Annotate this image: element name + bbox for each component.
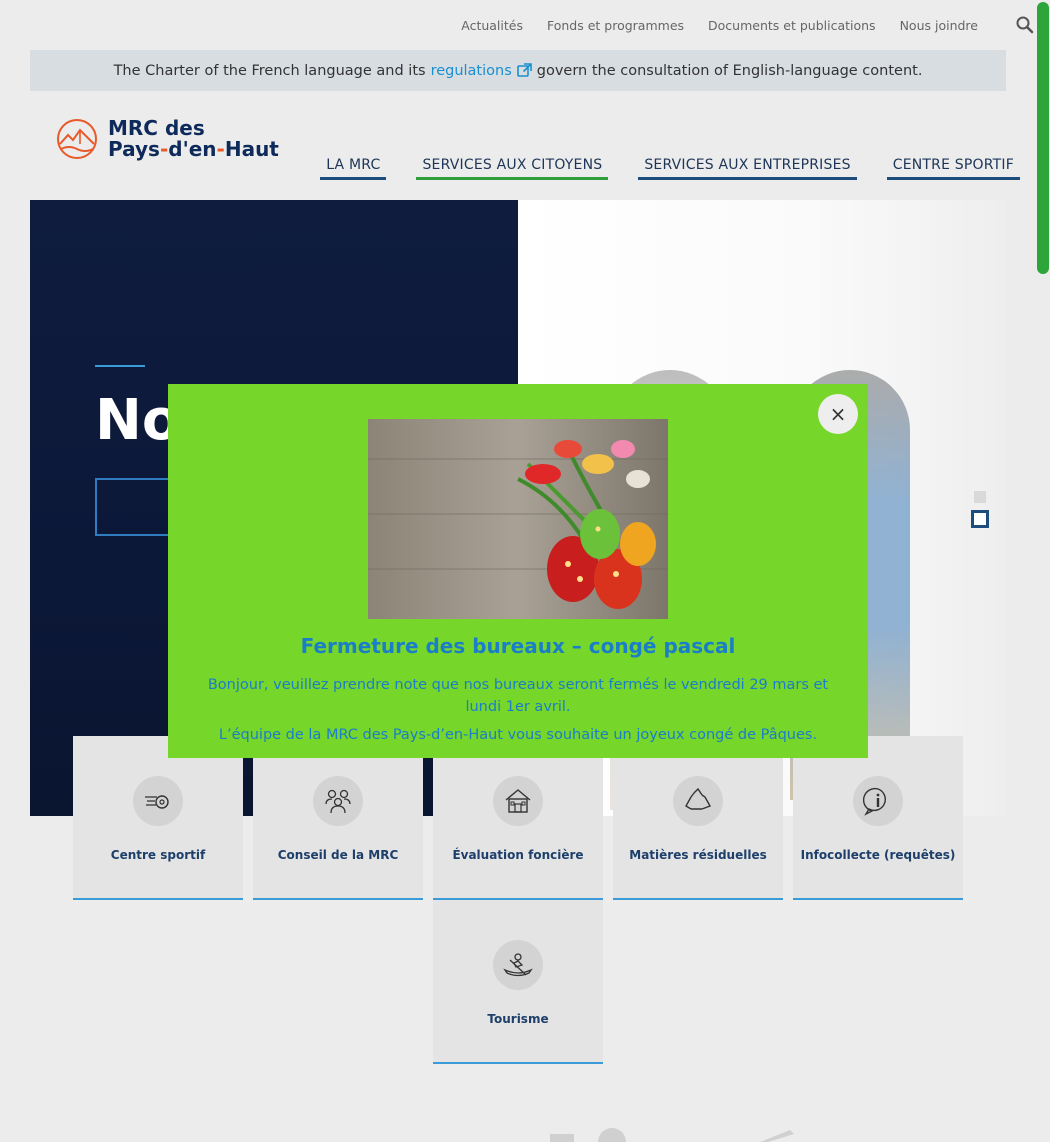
tile-conseil-mrc[interactable]: Conseil de la MRC bbox=[253, 736, 423, 900]
tile-label: Centre sportif bbox=[110, 848, 206, 862]
whistle-icon bbox=[133, 776, 183, 826]
slider-dot-1[interactable] bbox=[974, 491, 986, 503]
tile-label: Infocollecte (requêtes) bbox=[800, 848, 956, 862]
nav-item-services-citoyens[interactable]: SERVICES AUX CITOYENS bbox=[416, 157, 609, 180]
modal-heading: Fermeture des bureaux – congé pascal bbox=[300, 634, 736, 658]
tile-label: Conseil de la MRC bbox=[277, 848, 399, 862]
nav-item-services-entreprises[interactable]: SERVICES AUX ENTREPRISES bbox=[638, 157, 857, 180]
regulations-link-label: regulations bbox=[430, 62, 512, 79]
modal-close-button[interactable]: × bbox=[818, 394, 858, 434]
logo-line-1: MRC des bbox=[108, 116, 205, 140]
link-fonds-programmes[interactable]: Fonds et programmes bbox=[547, 18, 684, 33]
link-nous-joindre[interactable]: Nous joindre bbox=[900, 18, 978, 33]
scrollbar-thumb[interactable] bbox=[1037, 2, 1049, 274]
easter-eggs-tulips-image bbox=[368, 419, 668, 619]
external-link-icon bbox=[516, 63, 532, 77]
tile-evaluation-fonciere[interactable]: Évaluation foncière bbox=[433, 736, 603, 900]
slider-dot-2-active[interactable] bbox=[971, 510, 989, 528]
logo-line-2: Pays-d'en-Haut bbox=[108, 137, 279, 161]
tile-label: Matières résiduelles bbox=[629, 848, 767, 862]
canoe-icon bbox=[493, 940, 543, 990]
next-section-heading-partial bbox=[540, 1126, 800, 1142]
charter-text-after: govern the consultation of English-langu… bbox=[536, 62, 923, 79]
top-utility-bar: Actualités Fonds et programmes Documents… bbox=[0, 0, 1036, 50]
info-icon bbox=[853, 776, 903, 826]
charter-text-before: The Charter of the French language and i… bbox=[113, 62, 426, 79]
tile-centre-sportif[interactable]: Centre sportif bbox=[73, 736, 243, 900]
announcement-modal: × Fermeture des bureaux – congé pascal B… bbox=[168, 384, 868, 758]
nav-item-centre-sportif[interactable]: CENTRE SPORTIF bbox=[886, 157, 1020, 180]
modal-greeting: L’équipe de la MRC des Pays-d’en-Haut vo… bbox=[218, 727, 818, 743]
tile-tourisme[interactable]: Tourisme bbox=[433, 900, 603, 1064]
tile-infocollecte[interactable]: Infocollecte (requêtes) bbox=[793, 736, 963, 900]
tile-label: Évaluation foncière bbox=[452, 848, 584, 862]
nav-item-la-mrc[interactable]: LA MRC bbox=[320, 157, 387, 180]
main-navigation: LA MRC SERVICES AUX CITOYENS SERVICES AU… bbox=[320, 157, 1020, 180]
link-actualites[interactable]: Actualités bbox=[461, 18, 523, 33]
logo-mark-icon bbox=[57, 119, 97, 159]
tile-label: Tourisme bbox=[487, 1012, 549, 1026]
charter-notice: The Charter of the French language and i… bbox=[30, 50, 1006, 91]
tile-matieres-residuelles[interactable]: Matières résiduelles bbox=[613, 736, 783, 900]
logo-text: MRC des Pays-d'en-Haut bbox=[108, 118, 279, 160]
recycle-icon bbox=[673, 776, 723, 826]
link-documents-publications[interactable]: Documents et publications bbox=[708, 18, 876, 33]
group-icon bbox=[313, 776, 363, 826]
hero-accent-line bbox=[95, 365, 145, 367]
house-icon bbox=[493, 776, 543, 826]
site-logo[interactable]: MRC des Pays-d'en-Haut bbox=[56, 118, 279, 160]
regulations-link[interactable]: regulations bbox=[431, 63, 532, 79]
modal-message: Bonjour, veuillez prendre note que nos b… bbox=[207, 677, 829, 715]
search-icon[interactable] bbox=[1014, 14, 1036, 36]
utility-links: Actualités Fonds et programmes Documents… bbox=[461, 0, 978, 50]
